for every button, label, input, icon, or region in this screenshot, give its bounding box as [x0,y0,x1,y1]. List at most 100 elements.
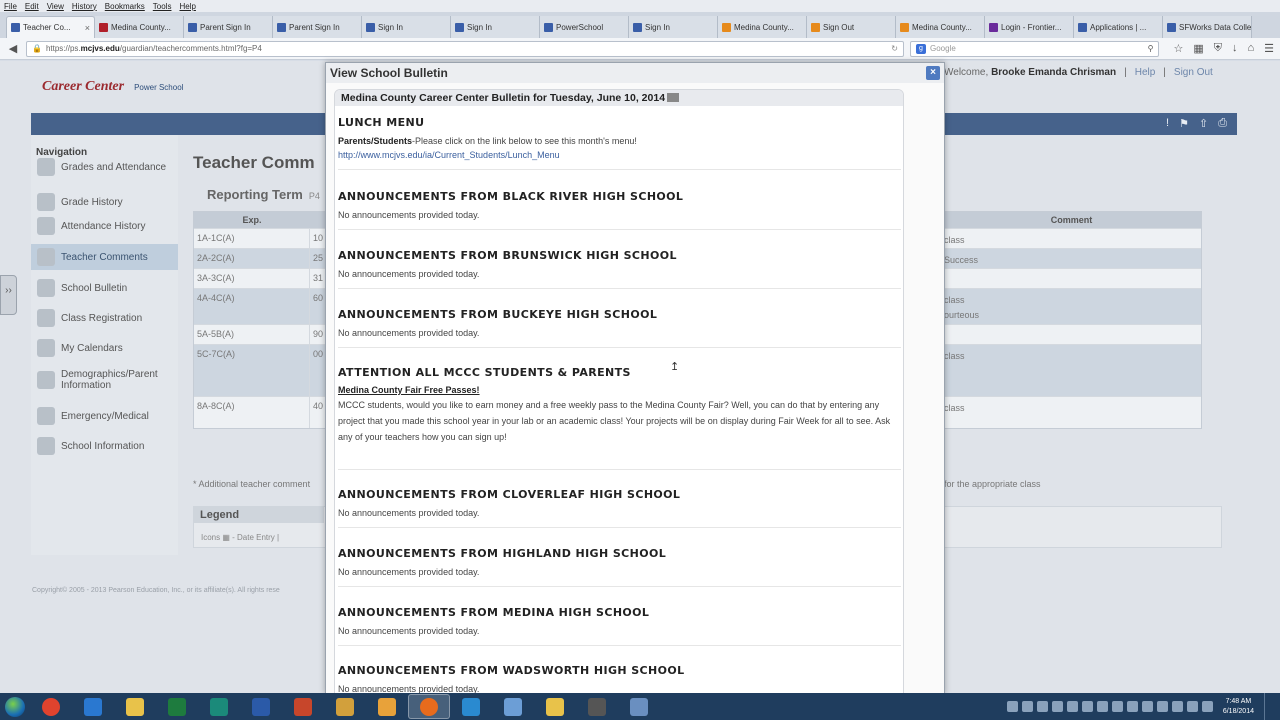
sidebar-item-grade-history[interactable]: Grade History [31,189,178,215]
tray-icon[interactable] [1066,701,1078,712]
taskbar-network-button[interactable] [618,694,660,719]
browser-tab[interactable]: Medina County... [95,16,184,38]
search-bar[interactable]: g Google ⚲ [909,40,1160,57]
reload-icon[interactable]: ↻ [891,44,898,53]
alert-icon[interactable]: ! [1166,117,1169,130]
menu-edit[interactable]: Edit [25,2,39,11]
school-logo[interactable]: Career Center Power School [42,79,183,95]
section-subtitle[interactable]: Medina County Fair Free Passes! [338,385,901,395]
home-icon[interactable]: ⌂ [1247,42,1254,55]
help-link[interactable]: Help [1135,67,1156,78]
menu-tools[interactable]: Tools [153,2,172,11]
column-exp: Exp. [242,215,262,225]
sidebar-item-class-registration[interactable]: Class Registration [31,305,178,331]
browser-tab[interactable]: Sign In [629,16,718,38]
taskbar-explorer-button[interactable] [114,694,156,719]
browser-tab[interactable]: Sign In [362,16,451,38]
export-icon[interactable]: ⇧ [1199,117,1208,130]
bookmarks-icon[interactable]: ▦ [1193,42,1203,55]
sidebar-item-school-bulletin[interactable]: School Bulletin [31,275,178,301]
browser-tab[interactable]: Applications | ... [1074,16,1163,38]
taskbar-chat-button[interactable] [576,694,618,719]
tray-icon[interactable] [1006,701,1018,712]
bookmark-star-icon[interactable]: ☆ [1173,42,1183,55]
shield-icon[interactable]: ⛨ [1214,42,1222,55]
sidebar-item-grades-and-attendance[interactable]: Grades and Attendance [31,151,178,183]
show-desktop-button[interactable] [1264,693,1274,720]
sign-out-link[interactable]: Sign Out [1174,67,1213,78]
calendar-icon[interactable] [667,93,680,102]
taskbar-publisher-button[interactable] [198,694,240,719]
lunch-menu-link[interactable]: http://www.mcjvs.edu/ia/Current_Students… [338,150,901,160]
reporting-term-value[interactable]: P4 [309,191,320,201]
taskbar-powerpoint-button[interactable] [282,694,324,719]
menu-view[interactable]: View [47,2,64,11]
taskbar-ie-button[interactable] [72,694,114,719]
browser-tab[interactable]: Medina County... [896,16,985,38]
taskbar-firefox-button[interactable] [408,694,450,719]
side-panel-toggle[interactable]: ›› [0,275,17,315]
sidebar-item-emergency-medical[interactable]: Emergency/Medical [31,403,178,429]
close-tab-icon[interactable]: × [85,23,90,33]
column-comment: Comment [1050,215,1093,225]
taskbar-notes-button[interactable] [492,694,534,719]
back-button[interactable]: ◀ [6,42,20,55]
bulletin-header: Medina County Career Center Bulletin for… [335,90,903,106]
print-icon[interactable]: ⎙ [1218,117,1227,130]
browser-tab[interactable]: Login - Frontier... [985,16,1074,38]
tray-icon[interactable] [1051,701,1063,712]
menu-file[interactable]: File [4,2,17,11]
taskbar-chrome-button[interactable] [30,694,72,719]
notification-icon[interactable]: ⚑ [1179,117,1189,130]
bulletin-content[interactable]: Medina County Career Center Bulletin for… [334,89,904,695]
clock[interactable]: 7:48 AM 6/18/2014 [1223,697,1254,717]
taskbar-app-button[interactable] [450,694,492,719]
menu-icon[interactable]: ☰ [1264,42,1274,55]
browser-tab[interactable]: Sign In [451,16,540,38]
taskbar-outlook-button[interactable] [366,694,408,719]
tray-icon[interactable] [1201,701,1213,712]
logo-subtitle: Power School [134,82,184,92]
close-icon[interactable]: × [926,66,940,80]
menu-help[interactable]: Help [179,2,195,11]
browser-tab[interactable]: Parent Sign In [273,16,362,38]
browser-tab[interactable]: Sign Out [807,16,896,38]
browser-tab[interactable]: Teacher Co... × [6,16,95,38]
tray-icon[interactable] [1186,701,1198,712]
bulletin-section: LUNCH MENU Parents/Students-Please click … [338,116,901,170]
taskbar-excel-button[interactable] [156,694,198,719]
tray-icon[interactable] [1156,701,1168,712]
sidebar-item-school-information[interactable]: School Information [31,433,178,459]
search-icon[interactable]: ⚲ [1148,44,1154,53]
tray-icon[interactable] [1126,701,1138,712]
taskbar-folder-button[interactable] [534,694,576,719]
section-text: No announcements provided today. [338,508,480,518]
url-host: mcjvs.edu [80,44,120,53]
taskbar-media-button[interactable] [324,694,366,719]
tab-favicon-icon [1167,22,1176,32]
url-bar[interactable]: 🔒 https://ps.mcjvs.edu/guardian/teacherc… [25,40,904,57]
taskbar-word-button[interactable] [240,694,282,719]
tray-icon[interactable] [1141,701,1153,712]
tray-icon[interactable] [1036,701,1048,712]
menu-bookmarks[interactable]: Bookmarks [105,2,145,11]
tray-icon[interactable] [1021,701,1033,712]
browser-tab[interactable]: Parent Sign In [184,16,273,38]
browser-tab[interactable]: SFWorks Data Colle... [1163,16,1252,38]
sidebar-item-demographics-parent-information[interactable]: Demographics/Parent Information [31,364,178,396]
sidebar-item-teacher-comments[interactable]: Teacher Comments [31,244,178,270]
download-icon[interactable]: ↓ [1232,42,1238,55]
sidebar-item-attendance-history[interactable]: Attendance History [31,213,178,239]
sidebar-item-my-calendars[interactable]: My Calendars [31,335,178,361]
tray-icon[interactable] [1096,701,1108,712]
menu-history[interactable]: History [72,2,97,11]
tray-icon[interactable] [1111,701,1123,712]
tray-icon[interactable] [1081,701,1093,712]
start-button[interactable] [0,693,30,720]
section-body: -Please click on the link below to see t… [412,136,637,146]
school-icon [37,437,55,455]
browser-tab[interactable]: PowerSchool [540,16,629,38]
browser-tab[interactable]: Medina County... [718,16,807,38]
tray-icon[interactable] [1171,701,1183,712]
bulletin-header-text: Medina County Career Center Bulletin for… [341,92,666,104]
